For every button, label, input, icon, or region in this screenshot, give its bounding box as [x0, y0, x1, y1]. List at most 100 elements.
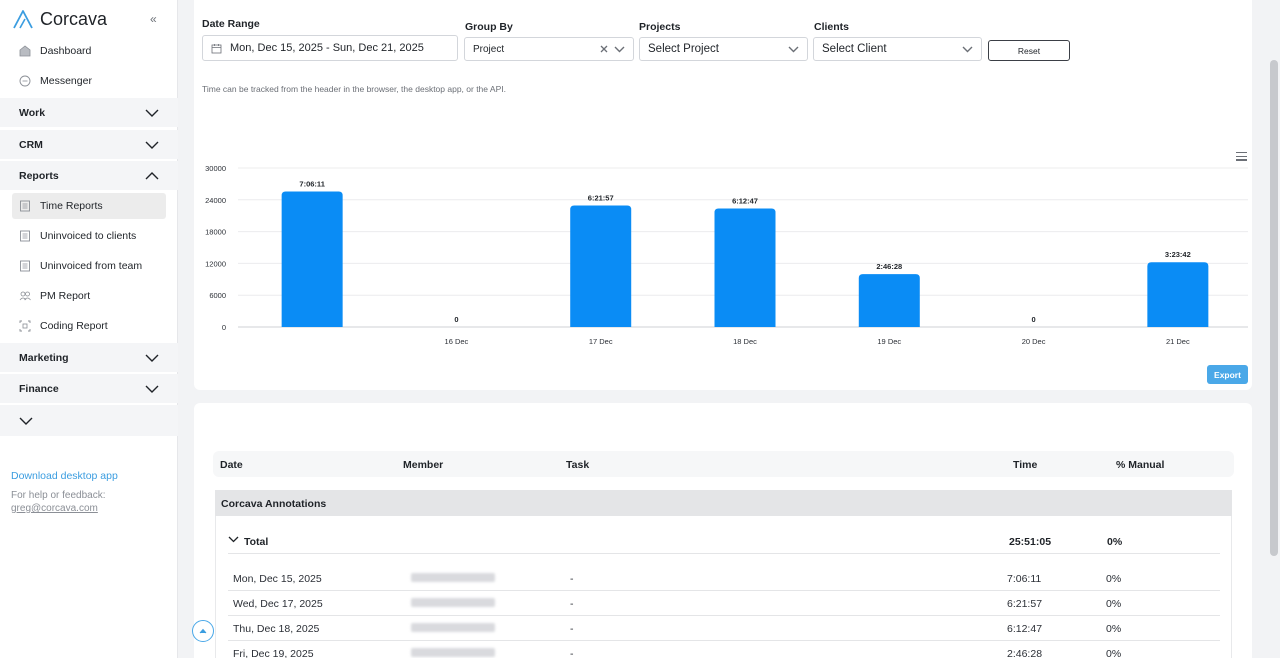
table-row[interactable]: Fri, Dec 19, 2025 - 2:46:28 0% — [228, 641, 1220, 658]
data-label: 6:21:57 — [588, 194, 614, 203]
column-header-date[interactable]: Date — [220, 459, 243, 471]
chevron-down-icon — [145, 109, 159, 117]
column-header-time[interactable]: Time — [1013, 459, 1037, 471]
dashboard-icon — [19, 45, 31, 57]
projects-label: Projects — [639, 21, 681, 33]
corcava-logo-icon — [13, 10, 33, 29]
sidebar-item-label: Uninvoiced to clients — [40, 230, 137, 242]
total-manual: 0% — [1107, 536, 1123, 548]
chevron-down-icon[interactable] — [228, 534, 239, 546]
row-manual: 0% — [1106, 573, 1122, 585]
x-tick-label: 20 Dec — [1022, 337, 1046, 346]
chevron-down-icon — [19, 417, 33, 425]
group-by-value: Project — [473, 43, 505, 55]
scroll-to-top-button[interactable] — [192, 620, 214, 642]
calendar-icon — [211, 43, 222, 53]
sidebar-item-pm-report[interactable]: PM Report — [12, 283, 166, 309]
sidebar-group-crm[interactable]: CRM — [0, 130, 178, 159]
brand-name: Corcava — [40, 8, 108, 29]
group-by-select[interactable]: Project — [464, 37, 634, 61]
download-desktop-app-link[interactable]: Download desktop app — [11, 470, 118, 482]
sidebar-item-label: Dashboard — [40, 45, 92, 57]
code-icon — [19, 320, 31, 332]
data-label: 6:12:47 — [732, 196, 758, 205]
data-label: 0 — [454, 315, 458, 324]
y-tick-label: 0 — [222, 323, 226, 332]
sidebar-item-uninvoiced-to-clients[interactable]: Uninvoiced to clients — [12, 223, 166, 249]
clients-select[interactable]: Select Client — [813, 37, 982, 61]
total-label: Total — [244, 536, 269, 548]
sidebar-item-messenger[interactable]: Messenger — [12, 68, 166, 94]
row-task: - — [570, 598, 574, 610]
chevron-down-icon — [614, 46, 625, 52]
row-time: 7:06:11 — [1007, 573, 1042, 585]
sidebar-group-work[interactable]: Work — [0, 98, 178, 127]
projects-value: Select Project — [648, 43, 719, 55]
row-member — [411, 573, 495, 585]
y-tick-label: 24000 — [205, 196, 226, 205]
y-tick-label: 18000 — [205, 228, 226, 237]
column-header-member[interactable]: Member — [403, 459, 443, 471]
row-time: 6:21:57 — [1007, 598, 1043, 610]
date-range-picker[interactable]: Mon, Dec 15, 2025 - Sun, Dec 21, 2025 — [202, 35, 458, 61]
sidebar-item-time-reports[interactable]: Time Reports — [12, 193, 166, 219]
row-member — [411, 648, 495, 658]
row-task: - — [570, 648, 574, 658]
bar — [570, 205, 632, 327]
table-row[interactable]: Thu, Dec 18, 2025 - 6:12:47 0% — [228, 616, 1220, 641]
sidebar-item-label: Messenger — [40, 75, 92, 87]
bar — [858, 274, 920, 327]
sidebar-item-uninvoiced-from-team[interactable]: Uninvoiced from team — [12, 253, 166, 279]
chevron-down-icon — [962, 46, 973, 52]
sidebar-group-finance[interactable]: Finance — [0, 374, 178, 403]
date-range-label: Date Range — [202, 18, 260, 30]
row-member — [411, 598, 495, 610]
group-label: Reports — [19, 169, 59, 182]
document-icon — [19, 200, 31, 212]
collapse-sidebar-icon[interactable]: « — [150, 12, 157, 26]
sidebar-item-coding-report[interactable]: Coding Report — [12, 313, 166, 339]
document-icon — [19, 260, 31, 272]
date-range-value: Mon, Dec 15, 2025 - Sun, Dec 21, 2025 — [230, 42, 424, 54]
data-label: 0 — [1031, 315, 1035, 324]
brand-logo[interactable]: Corcava — [12, 6, 107, 32]
y-tick-label: 30000 — [205, 164, 226, 173]
row-manual: 0% — [1106, 648, 1122, 658]
table-row[interactable]: Mon, Dec 15, 2025 - 7:06:11 0% — [228, 566, 1220, 591]
row-task: - — [570, 623, 574, 635]
bar — [281, 191, 343, 327]
clear-icon[interactable] — [600, 45, 608, 53]
table-row[interactable]: Wed, Dec 17, 2025 - 6:21:57 0% — [228, 591, 1220, 616]
x-tick-label: 21 Dec — [1166, 337, 1190, 346]
sidebar-item-dashboard[interactable]: Dashboard — [12, 38, 166, 64]
row-task: - — [570, 573, 574, 585]
bar — [714, 208, 776, 327]
row-date: Wed, Dec 17, 2025 — [233, 598, 323, 610]
y-tick-label: 12000 — [205, 259, 226, 268]
row-date: Thu, Dec 18, 2025 — [233, 623, 320, 635]
sidebar-item-label: Coding Report — [40, 320, 108, 332]
column-header-manual[interactable]: % Manual — [1116, 459, 1164, 471]
x-tick-label: 16 Dec — [445, 337, 469, 346]
row-manual: 0% — [1106, 623, 1122, 635]
reset-button[interactable]: Reset — [988, 40, 1070, 61]
y-tick-label: 6000 — [209, 291, 226, 300]
column-header-task[interactable]: Task — [566, 459, 589, 471]
sidebar-item-label: Uninvoiced from team — [40, 260, 143, 272]
chevron-down-icon — [145, 354, 159, 362]
row-time: 2:46:28 — [1007, 648, 1043, 658]
arrow-up-icon — [199, 628, 207, 634]
project-group-header: Corcava Annotations — [215, 490, 1232, 516]
total-row[interactable]: Total 25:51:05 0% — [228, 530, 1220, 554]
projects-select[interactable]: Select Project — [639, 37, 808, 61]
sidebar-more-toggle[interactable] — [0, 405, 178, 436]
chevron-down-icon — [788, 46, 799, 52]
support-email-link[interactable]: greg@corcava.com — [11, 502, 106, 515]
sidebar-group-reports[interactable]: Reports — [0, 161, 178, 190]
row-manual: 0% — [1106, 598, 1122, 610]
data-label: 7:06:11 — [299, 179, 324, 188]
page-scrollbar-thumb[interactable] — [1270, 60, 1278, 556]
sidebar-group-marketing[interactable]: Marketing — [0, 343, 178, 372]
export-button[interactable]: Export — [1207, 365, 1248, 384]
clients-label: Clients — [814, 21, 850, 33]
